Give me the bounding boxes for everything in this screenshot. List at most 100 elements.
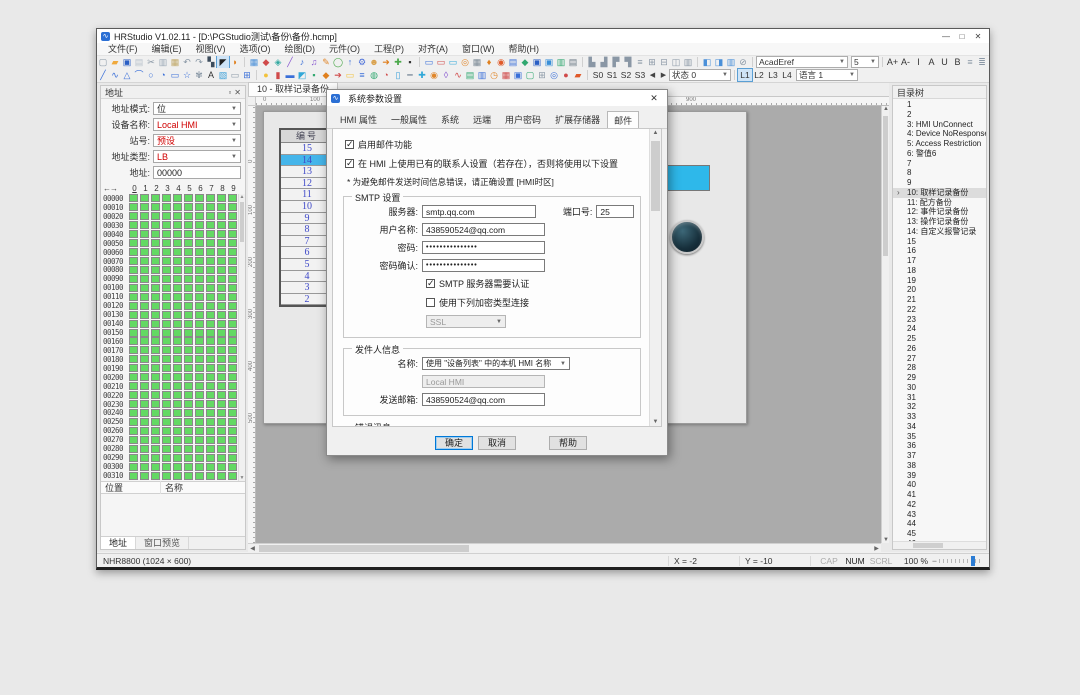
bit-cell[interactable]: [195, 391, 204, 399]
toolbar-icon[interactable]: ≡: [964, 56, 976, 68]
tree-item[interactable]: 23: [893, 315, 986, 325]
bit-cell[interactable]: [217, 311, 226, 319]
toolbar-icon[interactable]: ▦: [471, 56, 483, 68]
dialog-close-icon[interactable]: ✕: [641, 90, 667, 106]
bit-cell[interactable]: [151, 203, 160, 211]
bit-cell[interactable]: [217, 212, 226, 220]
bit-cell[interactable]: [184, 418, 193, 426]
scroll-up-icon[interactable]: ▲: [239, 194, 245, 200]
bit-cell[interactable]: [195, 355, 204, 363]
element-tool-icon[interactable]: ✚: [416, 69, 428, 81]
bit-cell[interactable]: [184, 212, 193, 220]
bit-cell[interactable]: [217, 355, 226, 363]
bit-cell[interactable]: [206, 320, 215, 328]
dialog-tab[interactable]: 远端: [466, 110, 498, 128]
bit-cell[interactable]: [206, 221, 215, 229]
bit-cell[interactable]: [173, 400, 182, 408]
toolbar-icon[interactable]: ◤: [217, 56, 229, 68]
toolbar-icon[interactable]: ▭: [435, 56, 447, 68]
use-contacts-checkbox[interactable]: [345, 159, 354, 168]
bit-cell[interactable]: [140, 337, 149, 345]
bit-cell[interactable]: [162, 445, 171, 453]
tree-item[interactable]: 18: [893, 266, 986, 276]
bit-cell[interactable]: [206, 391, 215, 399]
tree-item[interactable]: 20: [893, 285, 986, 295]
bit-cell[interactable]: [184, 239, 193, 247]
bit-cell[interactable]: [129, 436, 138, 444]
bit-cell[interactable]: [217, 391, 226, 399]
scroll-left-icon[interactable]: ◀: [248, 545, 257, 552]
bit-cell[interactable]: [206, 329, 215, 337]
canvas-hscrollbar[interactable]: ◀ ▶: [248, 543, 881, 552]
tree-item[interactable]: 22: [893, 305, 986, 315]
toolbar-icon[interactable]: ◗: [229, 56, 241, 68]
smtp-auth-checkbox[interactable]: [426, 279, 435, 288]
menu-item[interactable]: 选项(O): [233, 43, 278, 56]
bit-cell[interactable]: [173, 266, 182, 274]
bit-cell[interactable]: [140, 212, 149, 220]
bit-cell[interactable]: [206, 248, 215, 256]
bit-cell[interactable]: [228, 302, 237, 310]
bit-cell[interactable]: [217, 427, 226, 435]
bit-cell[interactable]: [228, 311, 237, 319]
bit-cell[interactable]: [129, 320, 138, 328]
toolbar-icon[interactable]: ◯: [332, 56, 344, 68]
bit-cell[interactable]: [151, 346, 160, 354]
bit-cell[interactable]: [228, 284, 237, 292]
bit-cell[interactable]: [228, 293, 237, 301]
toolbar-icon[interactable]: ▤: [133, 56, 145, 68]
bit-cell[interactable]: [206, 355, 215, 363]
bit-cell[interactable]: [129, 293, 138, 301]
bit-cell[interactable]: [129, 472, 138, 480]
toolbar-icon[interactable]: ≣: [976, 56, 988, 68]
bit-cell[interactable]: [129, 454, 138, 462]
bit-cell[interactable]: [217, 445, 226, 453]
bit-cell[interactable]: [228, 230, 237, 238]
bit-cell[interactable]: [162, 239, 171, 247]
bit-cell[interactable]: [195, 302, 204, 310]
font-style-button[interactable]: I: [912, 56, 925, 68]
bit-cell[interactable]: [217, 230, 226, 238]
keyboard-toggle[interactable]: SCRL: [868, 556, 894, 566]
blue-rect-widget[interactable]: [662, 165, 710, 191]
bit-cell[interactable]: [140, 364, 149, 372]
bit-cell[interactable]: [140, 311, 149, 319]
bit-cell[interactable]: [173, 284, 182, 292]
bit-cell[interactable]: [129, 427, 138, 435]
toolbar-icon[interactable]: ▛: [610, 56, 622, 68]
bit-cell[interactable]: [173, 472, 182, 480]
bit-cell[interactable]: [140, 400, 149, 408]
toolbar-icon[interactable]: ↑: [344, 56, 356, 68]
bit-cell[interactable]: [162, 463, 171, 471]
bit-cell[interactable]: [151, 275, 160, 283]
bit-cell[interactable]: [206, 257, 215, 265]
maximize-button[interactable]: □: [955, 31, 969, 42]
tree-item[interactable]: 28: [893, 363, 986, 373]
bit-cell[interactable]: [206, 203, 215, 211]
bit-cell[interactable]: [151, 230, 160, 238]
encrypt-checkbox[interactable]: [426, 298, 435, 307]
field-value[interactable]: Local HMI▼: [153, 118, 241, 131]
prev-state-icon[interactable]: ◀: [647, 71, 658, 79]
element-tool-icon[interactable]: ▦: [500, 69, 512, 81]
tree-item[interactable]: 24: [893, 324, 986, 334]
bit-cell[interactable]: [195, 266, 204, 274]
smtp-auth-row[interactable]: SMTP 服务器需要认证: [426, 277, 634, 290]
tree-item[interactable]: 43: [893, 510, 986, 520]
bit-cell[interactable]: [184, 275, 193, 283]
bit-cell[interactable]: [140, 266, 149, 274]
bit-cell[interactable]: [129, 257, 138, 265]
element-tool-icon[interactable]: ▮: [272, 69, 284, 81]
tree-item[interactable]: 26: [893, 344, 986, 354]
toolbar-icon[interactable]: ◎: [459, 56, 471, 68]
bit-cell[interactable]: [228, 221, 237, 229]
close-button[interactable]: ✕: [971, 31, 985, 42]
bit-cell[interactable]: [217, 194, 226, 202]
toolbar-icon[interactable]: ▥: [157, 56, 169, 68]
bit-cell[interactable]: [206, 418, 215, 426]
tree-item[interactable]: 1: [893, 100, 986, 110]
scroll-down-icon[interactable]: ▼: [650, 419, 661, 425]
bit-cell[interactable]: [217, 320, 226, 328]
bit-cell[interactable]: [129, 445, 138, 453]
toolbar-icon[interactable]: ♫: [308, 56, 320, 68]
